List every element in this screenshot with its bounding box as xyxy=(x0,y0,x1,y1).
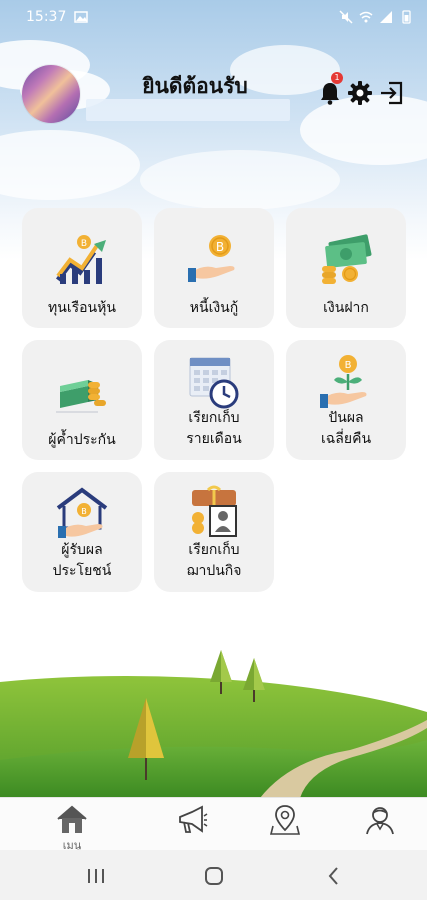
menu-label: ผู้ค้ำประกัน xyxy=(48,432,116,448)
bottom-nav: เมนู xyxy=(0,797,427,852)
menu-card-guarantor[interactable]: ผู้ค้ำประกัน xyxy=(22,340,142,460)
nav-item-profile[interactable] xyxy=(355,804,405,848)
svg-text:B: B xyxy=(81,507,87,516)
megaphone-icon xyxy=(179,805,208,833)
system-nav-bar xyxy=(0,850,427,900)
guarantor-cash-stack-icon xyxy=(56,380,106,413)
landscape-illustration xyxy=(0,650,427,798)
svg-text:B: B xyxy=(345,360,352,371)
status-time: 15:37 xyxy=(26,9,67,25)
gear-icon[interactable] xyxy=(347,80,373,106)
loan-hand-coin-icon: B xyxy=(188,235,235,282)
menu-label: เรียกเก็บ รายเดือน xyxy=(186,410,242,447)
recent-apps-icon[interactable] xyxy=(84,864,108,888)
menu-label: เงินฝาก xyxy=(323,300,369,316)
svg-text:B: B xyxy=(216,240,224,254)
deposit-money-icon xyxy=(322,234,372,284)
signal-icon xyxy=(380,11,392,23)
funeral-portrait-icon xyxy=(192,485,237,537)
menu-card-funeral[interactable]: เรียกเก็บ ฌาปนกิจ xyxy=(154,472,274,592)
menu-label: ผู้รับผล ประโยชน์ xyxy=(52,542,112,579)
menu-card-share-capital[interactable]: B ทุนเรือนหุ้น xyxy=(22,208,142,328)
map-pin-icon xyxy=(269,805,301,835)
svg-text:B: B xyxy=(81,239,87,249)
nav-item-menu[interactable]: เมนู xyxy=(47,804,97,852)
menu-label: ปันผล เฉลี่ยคืน xyxy=(320,410,372,447)
battery-icon xyxy=(402,10,411,24)
menu-label: ทุนเรือนหุ้น xyxy=(48,300,116,316)
bell-icon[interactable] xyxy=(317,80,343,106)
status-bar: 15:37 xyxy=(0,0,427,34)
menu-label: หนี้เงินกู้ xyxy=(189,300,239,316)
nav-item-location[interactable] xyxy=(260,804,310,848)
nav-item-announcements[interactable] xyxy=(167,804,217,848)
member-name-field xyxy=(86,99,290,121)
home-icon xyxy=(57,805,87,833)
menu-card-monthly-billing[interactable]: เรียกเก็บ รายเดือน xyxy=(154,340,274,460)
avatar[interactable] xyxy=(22,65,80,123)
beneficiary-house-icon: B xyxy=(56,487,108,538)
menu-card-dividend[interactable]: B ปันผล เฉลี่ยคืน xyxy=(286,340,406,460)
menu-card-deposit[interactable]: เงินฝาก xyxy=(286,208,406,328)
share-capital-chart-icon: B xyxy=(56,235,106,284)
menu-card-loan[interactable]: B หนี้เงินกู้ xyxy=(154,208,274,328)
monthly-calendar-clock-icon xyxy=(189,357,239,409)
mute-icon xyxy=(339,10,353,24)
home-button-icon[interactable] xyxy=(202,864,226,888)
menu-label: เรียกเก็บ ฌาปนกิจ xyxy=(186,542,242,579)
logout-icon[interactable] xyxy=(379,80,405,106)
notification-badge: 1 xyxy=(331,72,343,84)
wifi-icon xyxy=(359,11,373,23)
app-screen: 15:37 ยินดีต้อนรับ 1 B ทุนเรือนหุ้น B หน… xyxy=(0,0,427,900)
profile-icon xyxy=(366,807,394,835)
dividend-plant-coin-icon: B xyxy=(320,355,367,408)
menu-card-beneficiary[interactable]: B ผู้รับผล ประโยชน์ xyxy=(22,472,142,592)
back-icon[interactable] xyxy=(322,864,346,888)
image-notification-icon xyxy=(74,11,89,23)
